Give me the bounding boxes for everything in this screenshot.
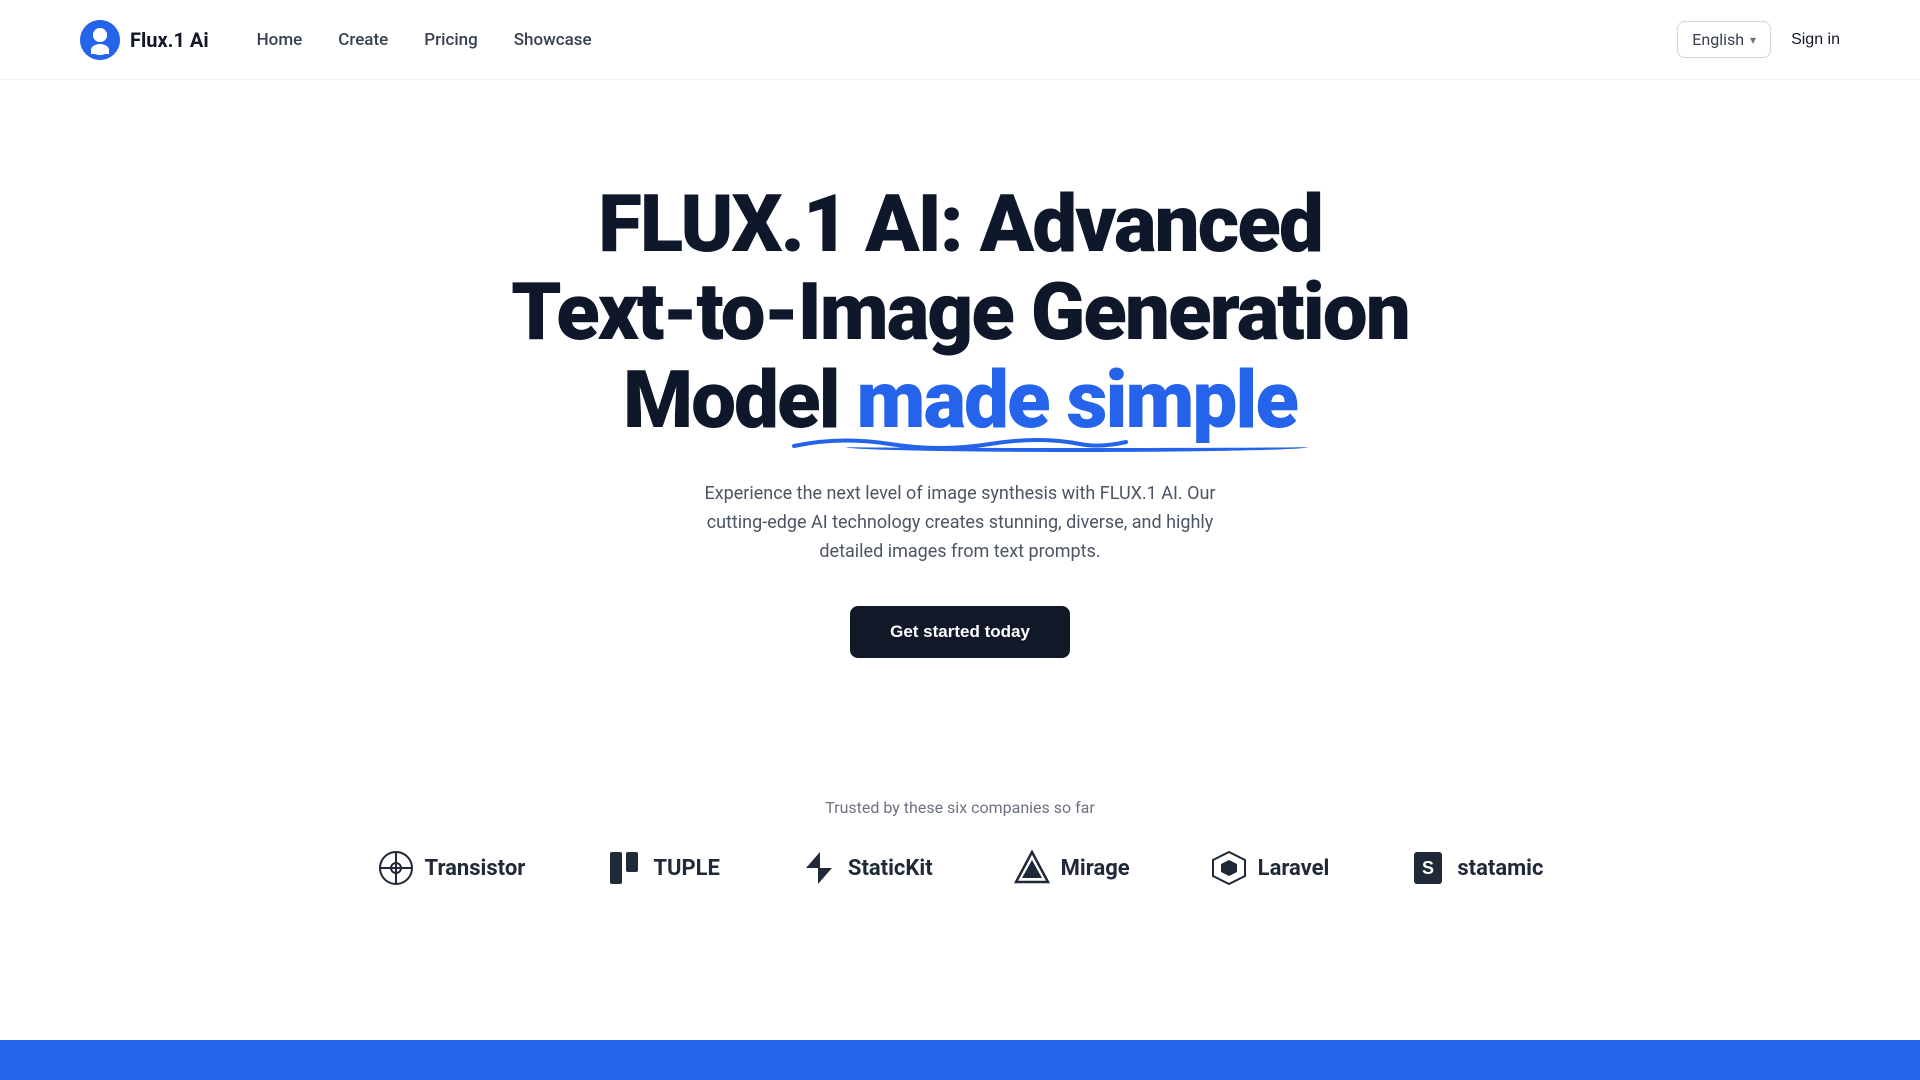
hero-title: FLUX.1 AI: Advanced Text-to-Image Genera… — [511, 180, 1409, 444]
company-logos-list: Transistor TUPLE StaticKit — [80, 849, 1840, 887]
hero-title-highlight: made simple — [857, 356, 1297, 444]
laravel-label: Laravel — [1258, 856, 1330, 881]
hero-subtitle: Experience the next level of image synth… — [680, 480, 1240, 566]
hero-title-line3-prefix: Model — [623, 353, 857, 447]
mirage-label: Mirage — [1061, 856, 1130, 881]
statamic-icon: S — [1409, 849, 1447, 887]
statickit-icon — [800, 849, 838, 887]
company-transistor: Transistor — [377, 849, 526, 887]
navbar-right: English ▾ Sign in — [1677, 21, 1840, 58]
nav-link-create[interactable]: Create — [338, 30, 388, 50]
language-selector[interactable]: English ▾ — [1677, 21, 1771, 58]
hero-title-line1: FLUX.1 AI: Advanced — [598, 177, 1322, 271]
svg-text:S: S — [1422, 858, 1434, 878]
trusted-label: Trusted by these six companies so far — [80, 798, 1840, 817]
mirage-icon — [1013, 849, 1051, 887]
nav-item-showcase[interactable]: Showcase — [514, 30, 592, 50]
chevron-down-icon: ▾ — [1750, 33, 1756, 47]
tuple-icon — [605, 849, 643, 887]
logo-link[interactable]: Flux.1 Ai — [80, 20, 209, 60]
hero-title-line2: Text-to-Image Generation — [511, 265, 1409, 359]
nav-item-pricing[interactable]: Pricing — [424, 30, 478, 50]
hero-section: FLUX.1 AI: Advanced Text-to-Image Genera… — [0, 80, 1920, 738]
company-laravel: Laravel — [1210, 849, 1330, 887]
company-tuple: TUPLE — [605, 849, 720, 887]
navbar-left: Flux.1 Ai Home Create Pricing Showcase — [80, 20, 592, 60]
logo-text: Flux.1 Ai — [130, 28, 209, 52]
nav-link-showcase[interactable]: Showcase — [514, 30, 592, 50]
transistor-label: Transistor — [425, 856, 526, 881]
tuple-label: TUPLE — [653, 856, 720, 881]
footer-bar — [0, 1040, 1920, 1080]
nav-item-home[interactable]: Home — [257, 30, 303, 50]
get-started-button[interactable]: Get started today — [850, 606, 1070, 658]
nav-links: Home Create Pricing Showcase — [257, 30, 592, 50]
logo-svg — [80, 20, 120, 60]
statickit-label: StaticKit — [848, 856, 933, 881]
company-statickit: StaticKit — [800, 849, 933, 887]
company-statamic: S statamic — [1409, 849, 1543, 887]
language-label: English — [1692, 30, 1744, 49]
transistor-icon — [377, 849, 415, 887]
sign-in-button[interactable]: Sign in — [1791, 31, 1840, 49]
nav-link-pricing[interactable]: Pricing — [424, 30, 478, 50]
nav-item-create[interactable]: Create — [338, 30, 388, 50]
laravel-icon — [1210, 849, 1248, 887]
company-mirage: Mirage — [1013, 849, 1130, 887]
nav-link-home[interactable]: Home — [257, 30, 303, 50]
statamic-label: statamic — [1457, 856, 1543, 881]
navbar: Flux.1 Ai Home Create Pricing Showcase E… — [0, 0, 1920, 80]
logo-icon — [80, 20, 120, 60]
trusted-section: Trusted by these six companies so far Tr… — [0, 738, 1920, 927]
